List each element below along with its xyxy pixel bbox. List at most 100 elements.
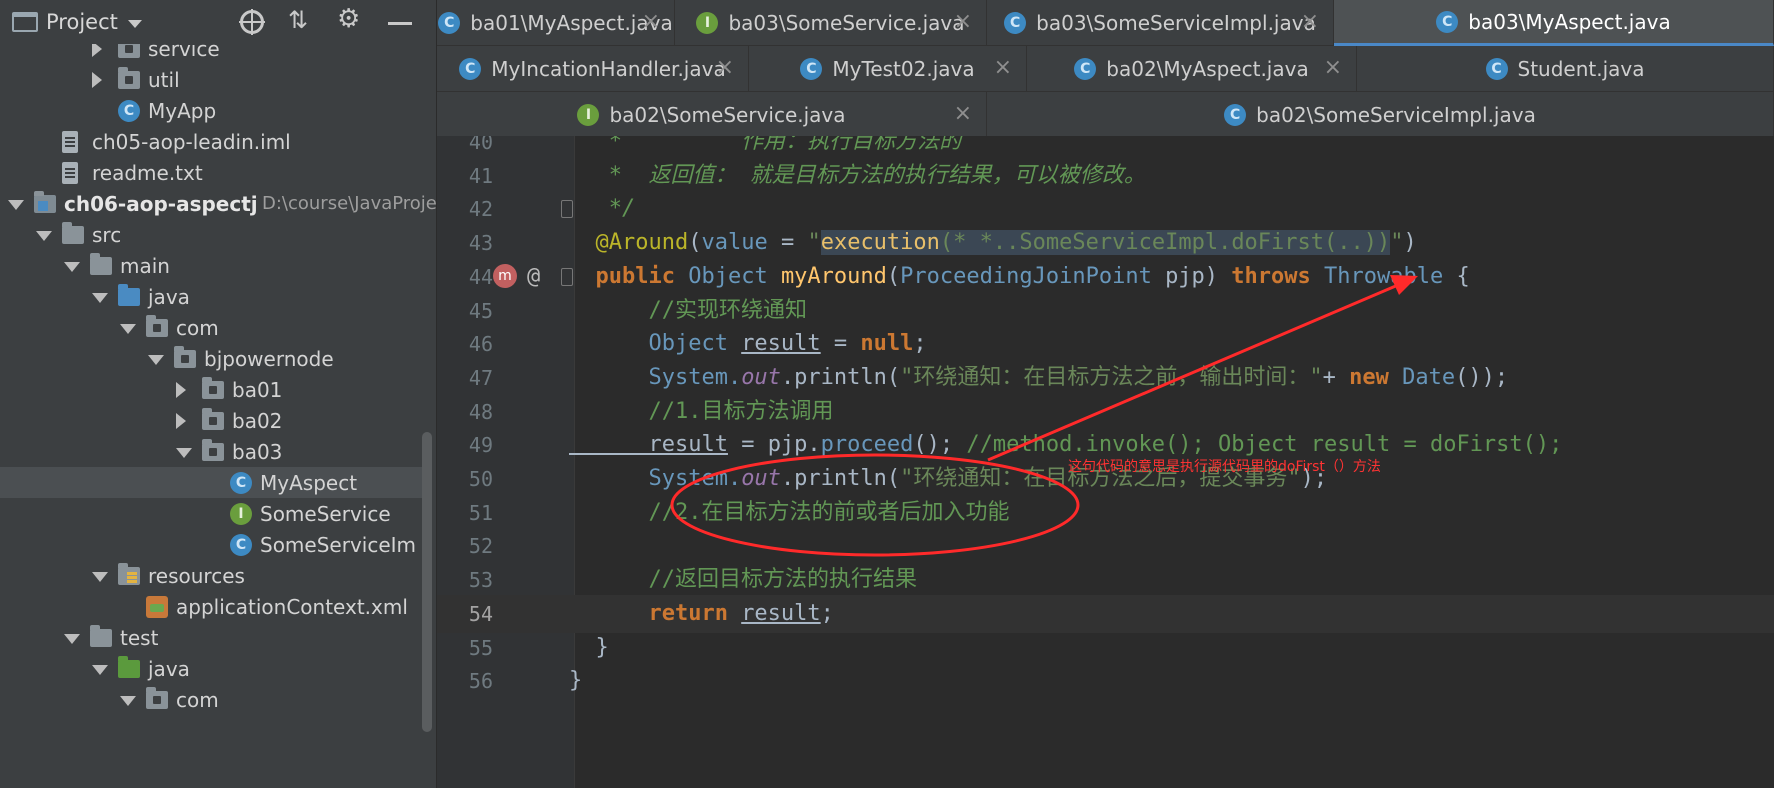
overrides-method-icon[interactable]: m bbox=[493, 263, 517, 288]
chevron-down-icon[interactable] bbox=[64, 633, 80, 644]
code-token: "环绕通知：在目标方法之前，输出时间：" bbox=[900, 364, 1323, 390]
chevron-down-icon[interactable] bbox=[92, 664, 108, 675]
line-number: 49 bbox=[468, 433, 493, 458]
class-icon: C bbox=[1074, 58, 1097, 80]
editor-tab[interactable]: Cba02\MyAspect.java × bbox=[1027, 46, 1357, 92]
code-line[interactable]: 46 Object result = null; bbox=[437, 325, 1774, 363]
collapse-all-icon[interactable] bbox=[286, 6, 310, 34]
tree-node[interactable]: C MyAspect bbox=[0, 467, 430, 498]
tree-node[interactable]: com bbox=[0, 684, 430, 715]
locate-file-icon[interactable] bbox=[239, 9, 265, 35]
code-token: out bbox=[741, 466, 781, 491]
tree-node-label: ch05-aop-leadin.iml bbox=[92, 129, 291, 154]
code-token: Object bbox=[569, 331, 742, 357]
code-line[interactable]: 53 //返回目标方法的执行结果 bbox=[437, 561, 1774, 599]
tree-node[interactable]: ch05-aop-leadin.iml bbox=[0, 126, 430, 157]
code-line[interactable]: 52 bbox=[437, 527, 1774, 565]
code-line[interactable]: 56} bbox=[437, 662, 1774, 700]
code-token: //method.invoke(); Object result = doFir… bbox=[966, 432, 1563, 458]
editor-tab[interactable]: Iba03\SomeService.java × bbox=[675, 0, 987, 46]
tree-scrollbar[interactable] bbox=[422, 432, 432, 732]
editor-tab[interactable]: Iba02\SomeService.java × bbox=[437, 92, 987, 138]
code-line[interactable]: 47 System.out.println("环绕通知：在目标方法之前，输出时间… bbox=[437, 359, 1774, 397]
code-token: public bbox=[569, 263, 689, 289]
tree-node-label: ch06-aop-aspectj bbox=[64, 191, 258, 216]
line-number: 53 bbox=[468, 568, 493, 593]
tree-node[interactable]: readme.txt bbox=[0, 157, 430, 188]
project-view-selector[interactable]: Project bbox=[46, 10, 118, 34]
code-line[interactable]: 43 @Around(value = "execution(* *..SomeS… bbox=[437, 224, 1774, 262]
chevron-right-icon[interactable] bbox=[92, 71, 102, 88]
chevron-down-icon[interactable] bbox=[127, 19, 142, 28]
tree-node[interactable]: bjpowernode bbox=[0, 343, 430, 374]
editor-tab[interactable]: Cba01\MyAspect.java × bbox=[437, 0, 675, 46]
gear-icon[interactable] bbox=[337, 4, 361, 34]
close-icon[interactable]: × bbox=[642, 9, 660, 34]
code-line[interactable]: 41 * 返回值： 就是目标方法的执行结果，可以被修改。 bbox=[437, 157, 1774, 195]
tree-node-path: D:\course\JavaProje bbox=[262, 193, 437, 214]
tree-node[interactable]: ba01 bbox=[0, 374, 430, 405]
hide-panel-icon[interactable] bbox=[388, 22, 412, 25]
chevron-down-icon[interactable] bbox=[92, 571, 108, 582]
close-icon[interactable]: × bbox=[716, 55, 734, 80]
tree-node[interactable]: test bbox=[0, 622, 430, 653]
tree-node[interactable]: ba02 bbox=[0, 405, 430, 436]
editor-tab[interactable]: C MyTest02.java × bbox=[749, 46, 1027, 92]
chevron-down-icon[interactable] bbox=[176, 447, 192, 458]
chevron-down-icon[interactable] bbox=[120, 323, 136, 334]
package-folder-icon bbox=[202, 407, 224, 430]
chevron-down-icon[interactable] bbox=[92, 292, 108, 303]
editor-tab[interactable]: Cba02\SomeServiceImpl.java bbox=[987, 92, 1774, 138]
code-line[interactable]: 44 m @ public Object myAround(ProceedingJo… bbox=[437, 258, 1774, 296]
close-icon[interactable]: × bbox=[954, 9, 972, 34]
code-token: (* *..SomeServiceImpl.doFirst(..)) bbox=[939, 230, 1391, 256]
chevron-right-icon[interactable] bbox=[176, 412, 186, 429]
tree-node[interactable]: ch06-aop-aspectj D:\course\JavaProje bbox=[0, 188, 436, 219]
code-text: //返回目标方法的执行结果 bbox=[569, 561, 917, 599]
tree-node[interactable]: resources bbox=[0, 560, 430, 591]
chevron-down-icon[interactable] bbox=[120, 695, 136, 706]
close-icon[interactable]: × bbox=[1301, 9, 1319, 34]
editor-tab[interactable]: C Student.java bbox=[1357, 46, 1774, 92]
class-icon: C bbox=[1004, 12, 1027, 34]
close-icon[interactable]: × bbox=[994, 55, 1012, 80]
code-line[interactable]: 48 //1.目标方法调用 bbox=[437, 393, 1774, 431]
tree-node[interactable]: ba03 bbox=[0, 436, 430, 467]
code-line[interactable]: 42 */ bbox=[437, 190, 1774, 228]
tree-node[interactable]: java bbox=[0, 653, 430, 684]
annotation-gutter-icon[interactable]: @ bbox=[527, 258, 540, 296]
package-folder-icon bbox=[118, 66, 140, 89]
chevron-down-icon[interactable] bbox=[36, 230, 52, 241]
tree-node[interactable]: I SomeService bbox=[0, 498, 430, 529]
editor-tab[interactable]: Cba03\MyAspect.java bbox=[1334, 0, 1774, 46]
editor-tab[interactable]: C MyIncationHandler.java × bbox=[437, 46, 749, 92]
tree-node[interactable]: com bbox=[0, 312, 430, 343]
close-icon[interactable]: × bbox=[954, 101, 972, 126]
chevron-right-icon[interactable] bbox=[176, 381, 186, 398]
tree-node[interactable]: C SomeServiceIm bbox=[0, 529, 430, 560]
code-line[interactable]: 55 } bbox=[437, 629, 1774, 667]
code-line[interactable]: 45 //实现环绕通知 bbox=[437, 292, 1774, 330]
editor-tab[interactable]: Cba03\SomeServiceImpl.java × bbox=[987, 0, 1334, 46]
code-token: + bbox=[1322, 364, 1350, 390]
package-folder-icon bbox=[202, 376, 224, 399]
tree-node[interactable]: util bbox=[0, 64, 430, 95]
chevron-down-icon[interactable] bbox=[148, 354, 164, 365]
tree-node[interactable]: main bbox=[0, 250, 430, 281]
interface-icon: I bbox=[577, 104, 600, 126]
code-token: = pjp. bbox=[727, 432, 821, 458]
close-icon[interactable]: × bbox=[1324, 55, 1342, 80]
chevron-down-icon[interactable] bbox=[8, 199, 24, 210]
chevron-down-icon[interactable] bbox=[64, 261, 80, 272]
interface-icon: I bbox=[696, 12, 719, 34]
code-line[interactable]: 51 //2.在目标方法的前或者后加入功能 bbox=[437, 494, 1774, 532]
tree-node[interactable]: C MyApp bbox=[0, 95, 430, 126]
tree-node[interactable]: java bbox=[0, 281, 430, 312]
code-token: = bbox=[820, 331, 861, 357]
code-token: null bbox=[860, 331, 914, 357]
tree-node[interactable]: applicationContext.xml bbox=[0, 591, 430, 622]
code-token: * 作用：执行目标方法的 bbox=[569, 136, 962, 154]
tree-node[interactable]: src bbox=[0, 219, 430, 250]
class-icon: C bbox=[800, 58, 823, 80]
code-line[interactable]: 54 return result; bbox=[437, 594, 1774, 633]
